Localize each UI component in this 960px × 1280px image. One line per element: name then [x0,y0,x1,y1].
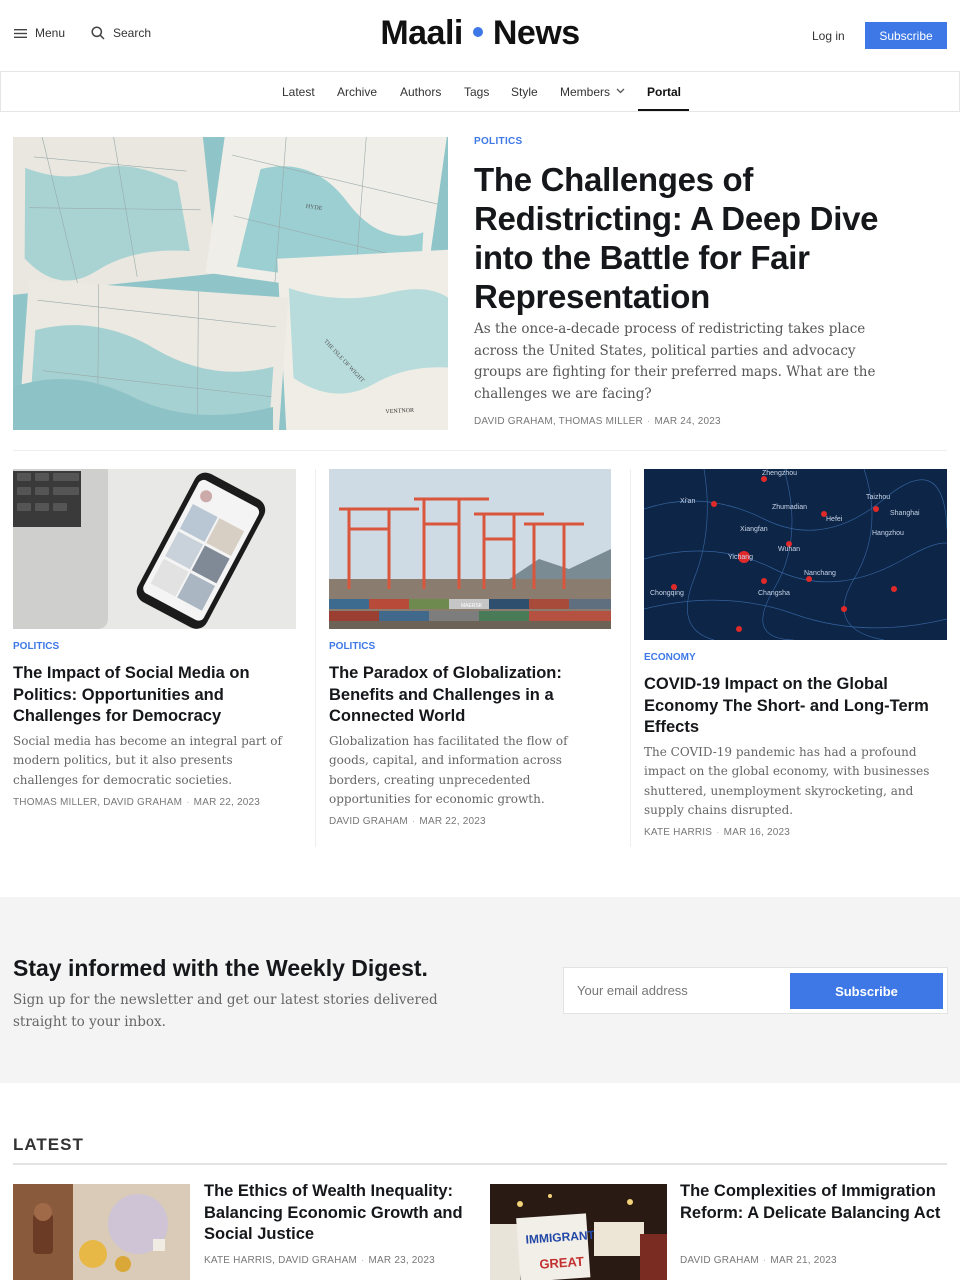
post-card-1-image[interactable] [13,469,296,629]
site-header: Menu Search Maali News Log in Subscribe [0,0,960,72]
featured-category[interactable]: POLITICS [474,136,523,147]
post-card-3-image[interactable]: Zhengzhou Xi'an Zhumadian Taizhou Shangh… [644,469,947,640]
nav-latest[interactable]: Latest [282,85,315,99]
post-card-3-title[interactable]: COVID-19 Impact on the Global Economy Th… [644,674,947,739]
meta-separator: · [360,1255,365,1266]
logo-text-left: Maali [380,14,463,52]
post-card-3-authors[interactable]: KATE HARRIS [644,827,712,838]
china-map-label-6: Hefei [826,516,843,523]
meta-separator: · [186,797,190,808]
latest-item-2-title[interactable]: The Complexities of Immigration Reform: … [680,1181,950,1224]
post-card-1-date: MAR 22, 2023 [193,797,260,808]
column-divider [630,469,631,847]
latest-item-1-image[interactable] [13,1184,190,1280]
featured-date: MAR 24, 2023 [654,416,721,427]
china-map-label-11: Chongqing [650,590,684,597]
post-card-3-category[interactable]: ECONOMY [644,652,947,663]
latest-heading: LATEST [13,1135,84,1154]
china-map-label-7: Xiangfan [740,526,768,533]
nav-tags[interactable]: Tags [464,85,489,99]
post-card-3-excerpt: The COVID-19 pandemic has had a profound… [644,745,930,817]
post-card-1-title[interactable]: The Impact of Social Media on Politics: … [13,663,296,728]
active-tab-indicator [638,109,689,111]
newsletter-form: Subscribe [563,967,948,1014]
latest-item-1-meta: KATE HARRIS, DAVID GRAHAM · MAR 23, 2023 [204,1255,435,1266]
logo-dot-icon [472,27,483,38]
latest-item-2-date: MAR 21, 2023 [770,1255,837,1266]
post-card-2-excerpt: Globalization has facilitated the flow o… [329,734,568,806]
post-card-3[interactable]: Zhengzhou Xi'an Zhumadian Taizhou Shangh… [644,469,947,838]
meta-separator: · [762,1255,767,1266]
latest-item-1-title[interactable]: The Ethics of Wealth Inequality: Balanci… [204,1181,474,1246]
china-map-label-9: Wuhan [778,546,800,553]
container-label: MAERSK [461,603,483,609]
post-card-2-date: MAR 22, 2023 [419,816,486,828]
latest-item-2-meta: DAVID GRAHAM · MAR 21, 2023 [680,1255,837,1266]
featured-authors[interactable]: DAVID GRAHAM, THOMAS MILLER [474,416,643,427]
china-map-label-3: Zhumadian [772,504,807,511]
login-link[interactable]: Log in [812,29,845,43]
meta-separator: · [646,416,651,427]
post-card-1-authors[interactable]: THOMAS MILLER, DAVID GRAHAM [13,797,182,808]
featured-excerpt: As the once-a-decade process of redistri… [474,321,876,402]
china-map-label-10: Yichang [728,554,753,561]
post-card-2-authors[interactable]: DAVID GRAHAM [329,816,408,827]
newsletter-title: Stay informed with the Weekly Digest. [13,955,428,981]
latest-item-1-date: MAR 23, 2023 [368,1255,435,1266]
email-field[interactable] [564,968,790,1013]
china-map-label-13: Nanchang [804,570,836,577]
china-map-label-1: Zhengzhou [762,470,797,477]
nav-members-label: Members [560,85,611,99]
post-card-2-title[interactable]: The Paradox of Globalization: Benefits a… [329,663,611,728]
header-subscribe-button[interactable]: Subscribe [865,22,947,49]
post-card-1-excerpt: Social media has become an integral part… [13,734,282,787]
nav-members[interactable]: Members [560,85,625,99]
nav-archive[interactable]: Archive [337,85,377,99]
latest-item-2-image[interactable]: IMMIGRANTS GREAT [490,1184,667,1280]
post-card-2-meta: DAVID GRAHAM · MAR 22, 2023 [329,816,611,827]
logo-text-right: News [492,14,580,52]
newsletter-subscribe-button[interactable]: Subscribe [790,973,943,1009]
featured-image[interactable]: HYDE THE ISLE OF WIGHT VENTNOR [13,137,448,430]
post-card-2[interactable]: MAERSK POLITICS The Paradox of Globaliza… [329,469,611,827]
nav-portal[interactable]: Portal [647,85,681,99]
section-divider [13,450,947,451]
latest-divider [13,1163,947,1165]
latest-item-2-authors[interactable]: DAVID GRAHAM [680,1255,759,1266]
post-card-2-category[interactable]: POLITICS [329,641,611,652]
china-map-label-2: Xi'an [680,498,695,505]
post-card-1-meta: THOMAS MILLER, DAVID GRAHAM · MAR 22, 2023 [13,797,296,808]
main-nav: Latest Archive Authors Tags Style Member… [0,72,960,112]
meta-separator: · [411,816,416,828]
china-map-label-12: Changsha [758,590,790,597]
post-card-1-category[interactable]: POLITICS [13,641,296,652]
post-card-3-date: MAR 16, 2023 [723,827,790,839]
column-divider [315,469,316,847]
post-card-3-meta: KATE HARRIS · MAR 16, 2023 [644,827,947,838]
newsletter-description: Sign up for the newsletter and get our l… [13,992,438,1030]
latest-item-1-authors[interactable]: KATE HARRIS, DAVID GRAHAM [204,1255,357,1266]
post-card-2-image[interactable]: MAERSK [329,469,611,629]
china-map-label-5: Shanghai [890,510,920,517]
nav-style[interactable]: Style [511,85,538,99]
featured-title[interactable]: The Challenges of Redistricting: A Deep … [474,160,934,316]
post-card-1[interactable]: POLITICS The Impact of Social Media on P… [13,469,296,808]
sign-text-2: GREAT [539,1254,585,1272]
chevron-down-icon [616,88,625,94]
meta-separator: · [716,827,720,839]
china-map-label-8: Hangzhou [872,530,904,537]
newsletter-section: Stay informed with the Weekly Digest. Si… [0,897,960,1083]
china-map-label-4: Taizhou [866,494,890,501]
featured-meta: DAVID GRAHAM, THOMAS MILLER · MAR 24, 2023 [474,416,721,427]
nav-authors[interactable]: Authors [400,85,441,99]
